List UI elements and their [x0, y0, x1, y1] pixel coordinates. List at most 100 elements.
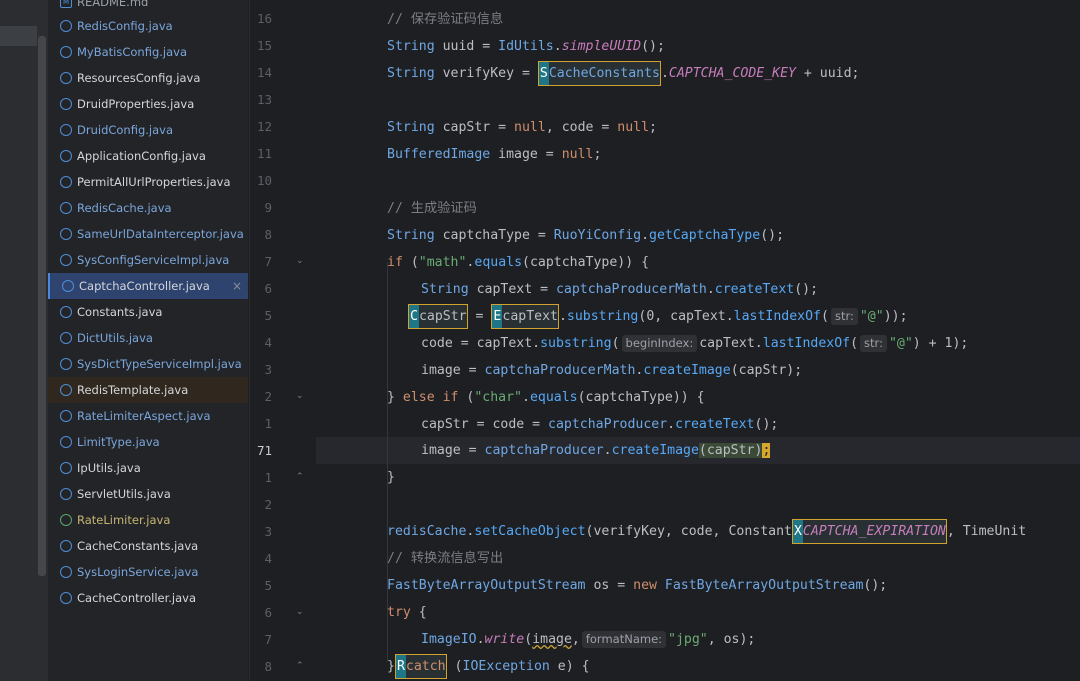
line-number[interactable]: 2: [250, 497, 272, 512]
line-number[interactable]: 10: [250, 173, 272, 188]
method-token: setCacheObject: [474, 524, 586, 539]
line-number[interactable]: 9: [250, 200, 272, 215]
tree-item[interactable]: LimitType.java: [48, 429, 248, 455]
file-label: RedisCache.java: [77, 201, 172, 215]
line-number[interactable]: 6: [250, 605, 272, 620]
line-number[interactable]: 13: [250, 92, 272, 107]
constant-token: CAPTCHA_EXPIRATION: [802, 524, 946, 539]
markdown-file-icon: M: [60, 0, 72, 8]
line-number[interactable]: 6: [250, 281, 272, 296]
fold-collapse-icon[interactable]: ⌄: [296, 607, 304, 617]
jump-target-box[interactable]: EcapText: [491, 304, 559, 329]
line-number[interactable]: 3: [250, 362, 272, 377]
code-token: capText.: [699, 336, 763, 351]
line-number[interactable]: 14: [250, 65, 272, 80]
string-token: "char": [474, 390, 522, 405]
line-number[interactable]: 11: [250, 146, 272, 161]
code-line-current: image = captchaProducer.createImage(capS…: [421, 437, 771, 464]
jump-target-box[interactable]: Rcatch: [394, 654, 447, 679]
tree-item[interactable]: RedisTemplate.java: [48, 377, 248, 403]
tree-item[interactable]: DruidProperties.java: [48, 91, 248, 117]
line-number[interactable]: 5: [250, 308, 272, 323]
file-label: IpUtils.java: [77, 461, 141, 475]
method-token: getCaptchaType: [649, 228, 761, 243]
line-number[interactable]: 71: [250, 443, 272, 458]
line-number[interactable]: 4: [250, 551, 272, 566]
fold-end-icon[interactable]: ⌃: [296, 472, 304, 482]
jump-label[interactable]: E: [492, 305, 503, 328]
text-caret[interactable]: ;: [762, 443, 771, 458]
tree-item[interactable]: SysConfigServiceImpl.java: [48, 247, 248, 273]
fold-end-icon[interactable]: ⌃: [296, 661, 304, 671]
tree-item[interactable]: RateLimiterAspect.java: [48, 403, 248, 429]
tree-item[interactable]: Constants.java: [48, 299, 248, 325]
tree-item[interactable]: IpUtils.java: [48, 455, 248, 481]
code-token: }: [387, 470, 395, 485]
tree-item[interactable]: PermitAllUrlProperties.java: [48, 169, 248, 195]
code-token: (: [821, 309, 829, 324]
project-tree: M README.md RedisConfig.java MyBatisConfi…: [48, 0, 248, 681]
keyword-token: null: [514, 120, 546, 135]
field-token: redisCache: [387, 524, 467, 539]
code-line: try {: [387, 599, 427, 626]
code-token: , TimeUnit: [946, 524, 1027, 539]
line-number[interactable]: 4: [250, 335, 272, 350]
line-number[interactable]: 8: [250, 659, 272, 674]
tree-item[interactable]: RedisConfig.java: [48, 13, 248, 39]
tree-item[interactable]: SysLoginService.java: [48, 559, 248, 585]
tool-strip-selection[interactable]: [0, 26, 37, 46]
code-line: String capText = captchaProducerMath.cre…: [421, 276, 818, 303]
tree-item[interactable]: CacheConstants.java: [48, 533, 248, 559]
line-number[interactable]: 7: [250, 254, 272, 269]
method-token: equals: [474, 255, 523, 270]
code-editor[interactable]: // 保存验证码信息 String uuid = IdUtils.simpleU…: [315, 0, 1080, 681]
line-number[interactable]: 1: [250, 416, 272, 431]
line-number[interactable]: 3: [250, 524, 272, 539]
string-token: "math": [418, 255, 467, 270]
java-class-icon: [60, 228, 72, 240]
fold-collapse-icon[interactable]: ⌄: [296, 256, 304, 266]
tree-item[interactable]: ResourcesConfig.java: [48, 65, 248, 91]
tree-item[interactable]: DruidConfig.java: [48, 117, 248, 143]
code-line: if ("math".equals(captchaType)) {: [387, 249, 649, 276]
tree-item[interactable]: SameUrlDataInterceptor.java: [48, 221, 248, 247]
code-token: capStr =: [434, 120, 515, 135]
code-token: uuid =: [434, 39, 499, 54]
tree-item[interactable]: ServletUtils.java: [48, 481, 248, 507]
tree-item[interactable]: SysDictTypeServiceImpl.java: [48, 351, 248, 377]
tree-item[interactable]: RedisCache.java: [48, 195, 248, 221]
tree-item[interactable]: MyBatisConfig.java: [48, 39, 248, 65]
field-token: captchaProducerMath: [484, 363, 636, 378]
close-tab-icon[interactable]: ×: [232, 279, 242, 293]
jump-label[interactable]: S: [538, 62, 549, 85]
code-token: (: [524, 632, 533, 647]
tree-item[interactable]: CacheController.java: [48, 585, 248, 611]
line-number[interactable]: 5: [250, 578, 272, 593]
parameter-hint: beginIndex:: [621, 335, 698, 352]
line-number[interactable]: 8: [250, 227, 272, 242]
code-line: }: [387, 464, 395, 491]
line-number[interactable]: 16: [250, 11, 272, 26]
line-number[interactable]: 15: [250, 38, 272, 53]
jump-label[interactable]: R: [395, 655, 406, 678]
code-token: os =: [585, 578, 634, 593]
jump-target-box[interactable]: SCacheConstants: [537, 61, 661, 86]
tree-item[interactable]: RateLimiter.java: [48, 507, 248, 533]
code-token: image =: [421, 443, 485, 458]
line-number[interactable]: 7: [250, 632, 272, 647]
line-number[interactable]: 2: [250, 389, 272, 404]
jump-label[interactable]: C: [409, 305, 419, 328]
tree-scrollbar[interactable]: [38, 36, 46, 576]
method-token: equals: [529, 390, 578, 405]
jump-label[interactable]: X: [792, 520, 803, 543]
fold-collapse-icon[interactable]: ⌄: [296, 391, 304, 401]
tree-item[interactable]: CaptchaController.java ×: [48, 273, 248, 299]
tree-item[interactable]: ApplicationConfig.java: [48, 143, 248, 169]
code-token: (captchaType)) {: [522, 255, 650, 270]
tree-item[interactable]: DictUtils.java: [48, 325, 248, 351]
jump-target-box[interactable]: CcapStr: [408, 304, 468, 329]
line-number[interactable]: 12: [250, 119, 272, 134]
jump-target-box[interactable]: XCAPTCHA_EXPIRATION: [791, 519, 947, 544]
line-number[interactable]: 1: [250, 470, 272, 485]
code-token: .: [660, 66, 669, 81]
